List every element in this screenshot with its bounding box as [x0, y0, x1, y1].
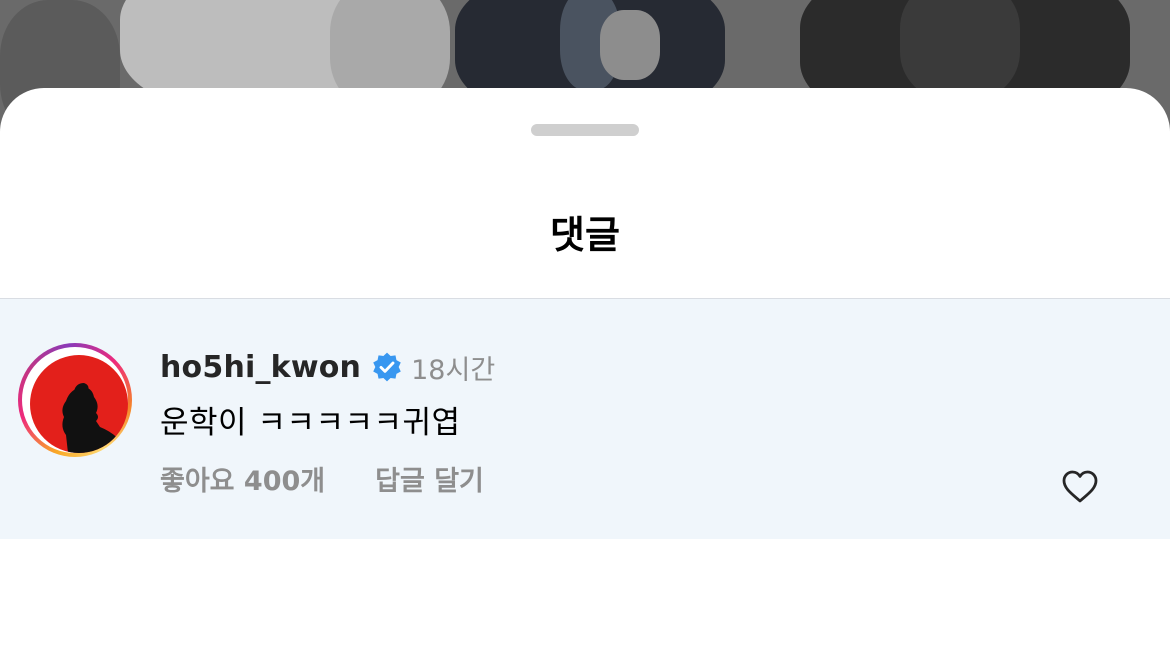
avatar[interactable] — [30, 355, 128, 453]
username-link[interactable]: ho5hi_kwon — [160, 350, 361, 385]
heart-outline-icon[interactable] — [1060, 467, 1100, 507]
comment-timestamp: 18시간 — [411, 354, 496, 386]
sheet-title: 댓글 — [550, 213, 620, 257]
app-screen: 댓글 ho5hi_kwon 18시간 운학이 ㅋㅋㅋㅋㅋ귀엽 좋아요 400개 … — [0, 0, 1170, 658]
verified-badge-icon — [373, 352, 401, 382]
comments-sheet: 댓글 ho5hi_kwon 18시간 운학이 ㅋㅋㅋㅋㅋ귀엽 좋아요 400개 … — [0, 88, 1170, 658]
likes-count-link[interactable]: 좋아요 400개 — [160, 459, 325, 498]
story-ring[interactable] — [18, 343, 132, 457]
reply-button[interactable]: 답글 달기 — [375, 459, 484, 498]
comment-actions: 좋아요 400개 답글 달기 — [160, 459, 484, 498]
comment-item: ho5hi_kwon 18시간 운학이 ㅋㅋㅋㅋㅋ귀엽 좋아요 400개 답글 … — [0, 299, 1170, 539]
sheet-grabber-handle[interactable] — [531, 124, 639, 136]
comment-meta: ho5hi_kwon 18시간 — [160, 347, 495, 387]
avatar-silhouette-icon — [62, 383, 128, 453]
comment-text: 운학이 ㅋㅋㅋㅋㅋ귀엽 — [160, 405, 461, 441]
